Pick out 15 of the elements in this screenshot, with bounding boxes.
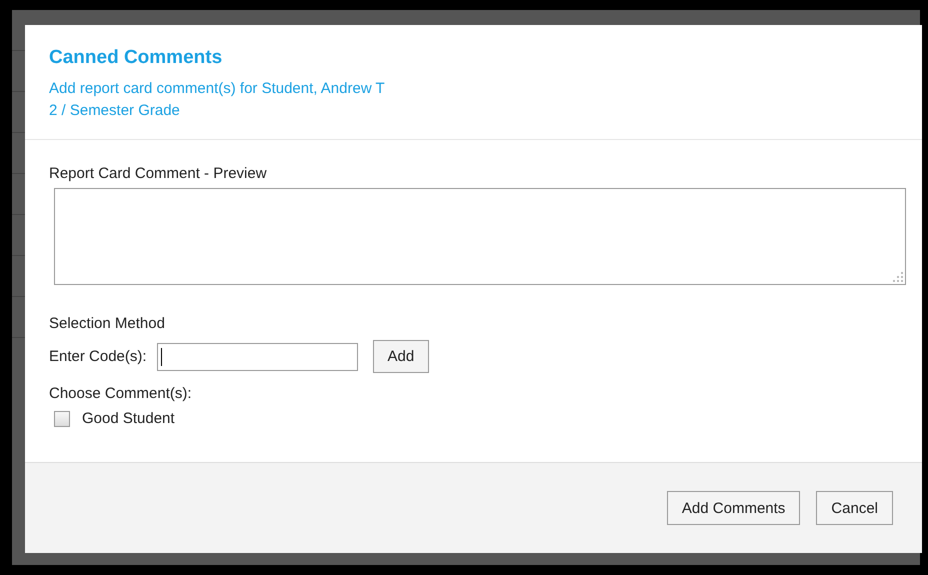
comment-option-label[interactable]: Good Student xyxy=(82,410,175,427)
add-comments-button[interactable]: Add Comments xyxy=(666,491,800,525)
checkbox[interactable] xyxy=(54,410,70,426)
preview-textarea[interactable] xyxy=(54,188,906,285)
add-button[interactable]: Add xyxy=(372,340,430,373)
preview-label: Report Card Comment - Preview xyxy=(49,165,267,182)
dialog-subtitle: Add report card comment(s) for Student, Andrew T xyxy=(49,79,386,99)
code-label: Enter Code(s): xyxy=(49,348,147,365)
choose-comments-label: Choose Comment(s): xyxy=(49,385,192,402)
selection-method-label: Selection Method xyxy=(49,315,165,332)
grade-label: 2 / Semester Grade xyxy=(49,101,181,121)
code-input-field[interactable] xyxy=(156,342,358,370)
dialog-title: Canned Comments xyxy=(49,47,224,69)
resize-grip-icon[interactable] xyxy=(893,272,903,282)
cancel-button[interactable]: Cancel xyxy=(816,491,893,525)
